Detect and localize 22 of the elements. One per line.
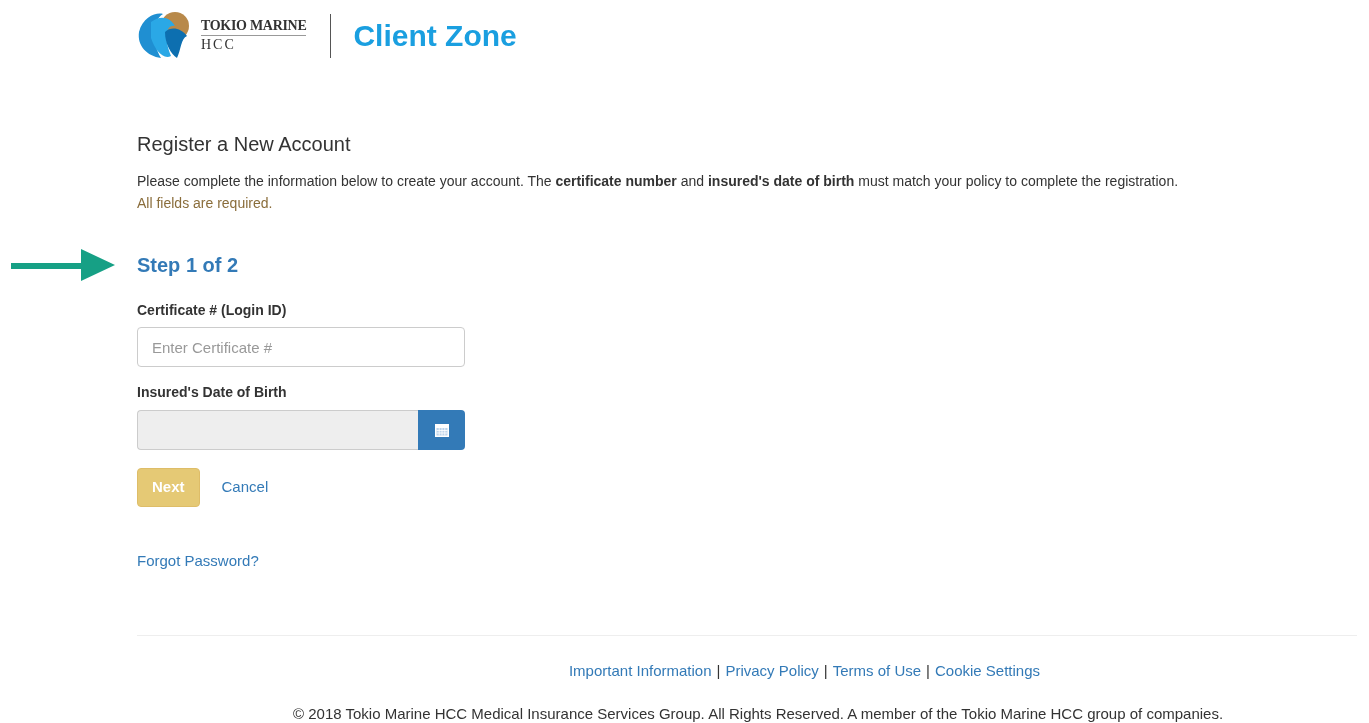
forgot-password-link[interactable]: Forgot Password?: [137, 548, 259, 573]
site-title: Client Zone: [353, 18, 517, 53]
footer-link[interactable]: Privacy Policy: [725, 661, 819, 679]
calendar-button[interactable]: [418, 409, 465, 450]
copyright-text: © 2018 Tokio Marine HCC Medical Insurance Services Group. All Rights Reserved. A member of the Tokio Marine HCC group of companies.: [293, 704, 1225, 722]
step-heading: Step 1 of 2: [137, 252, 239, 278]
footer-link[interactable]: Cookie Settings: [934, 661, 1041, 679]
footer-link[interactable]: Terms of Use: [832, 661, 922, 679]
certificate-input[interactable]: Enter Certificate #: [137, 327, 465, 368]
page-heading: Register a New Account: [137, 132, 352, 157]
required-note: All fields are required.: [137, 194, 274, 214]
field-label: Certificate # (Login ID): [137, 300, 288, 320]
footer-link[interactable]: Important Information: [568, 661, 712, 679]
cancel-link[interactable]: Cancel: [221, 475, 269, 500]
link-separator: |: [716, 661, 721, 679]
field-label: Insured's Date of Birth: [137, 383, 288, 403]
link-separator: |: [823, 661, 828, 679]
logo-text: TOKIO MARINE: [201, 19, 307, 36]
calendar-icon: [434, 422, 449, 437]
logo-text: HCC: [201, 36, 237, 52]
intro-text: Please complete the information below to create your account. The certificate number and insured's date of birth must match your policy to complete the registration.: [137, 172, 1180, 191]
link-separator: |: [926, 661, 930, 679]
